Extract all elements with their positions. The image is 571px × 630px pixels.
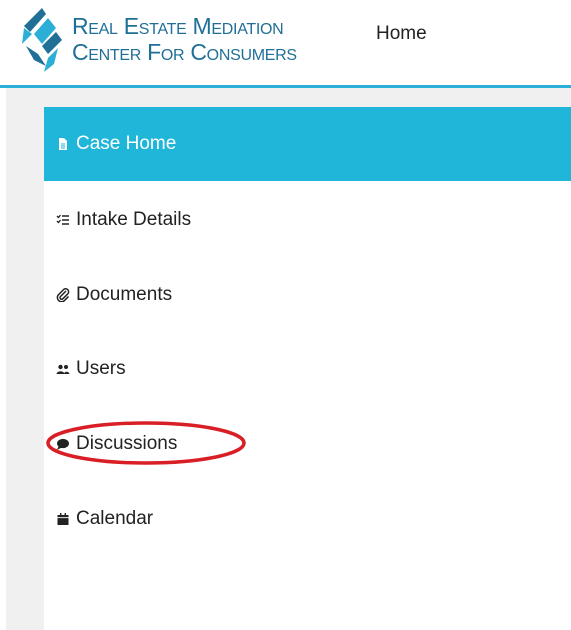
chat-bubble-icon [56,437,70,451]
logo-line-1: Real Estate Mediation [72,13,284,39]
sidebar-item-discussions[interactable]: Discussions [44,424,571,464]
top-navigation-bar: Real Estate Mediation Center For Consume… [0,0,571,88]
sidebar-menu: Case Home Intake Details Documents Users [44,107,571,630]
logo-text: Real Estate Mediation Center For Consume… [72,13,297,65]
users-icon [56,362,70,376]
checklist-icon [56,213,70,227]
sidebar-item-label: Users [76,358,126,379]
sidebar-item-label: Discussions [76,433,178,454]
sidebar-item-label: Calendar [76,508,154,529]
sidebar-item-label: Case Home [76,133,177,154]
sidebar-item-calendar[interactable]: Calendar [44,499,571,539]
calendar-icon [56,512,70,526]
sidebar-item-documents[interactable]: Documents [44,275,571,315]
logo-line-2: Center For Consumers [72,39,297,65]
sidebar-item-case-home[interactable]: Case Home [44,107,571,181]
sidebar-item-users[interactable]: Users [44,349,571,389]
nav-home-link[interactable]: Home [376,23,427,45]
page-background: Case Home Intake Details Documents Users [6,88,571,630]
logo-mark-icon [22,8,62,72]
sidebar-item-intake-details[interactable]: Intake Details [44,200,571,240]
site-logo[interactable]: Real Estate Mediation Center For Consume… [20,4,340,76]
document-icon [56,137,70,151]
paperclip-icon [56,288,70,302]
sidebar-item-label: Documents [76,284,173,305]
sidebar-item-label: Intake Details [76,209,192,230]
